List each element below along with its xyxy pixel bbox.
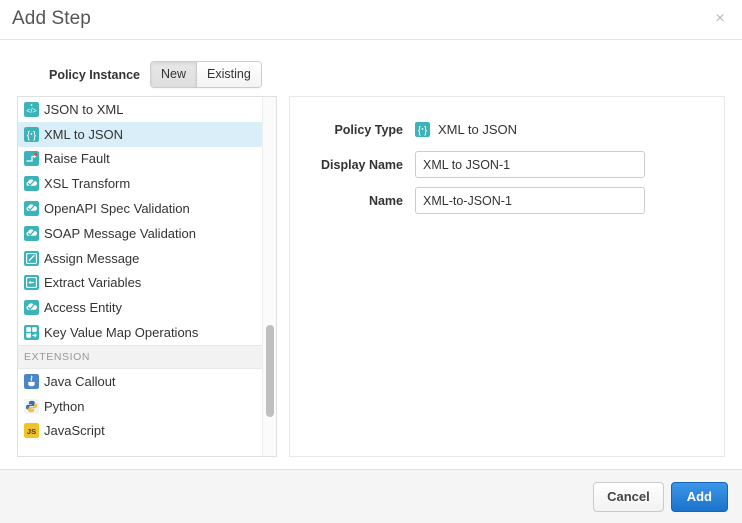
xsl-transform-icon: [24, 176, 39, 191]
policy-instance-row: Policy Instance New Existing: [0, 61, 262, 88]
policy-list-item[interactable]: </> JSON to XML: [18, 97, 276, 122]
policy-list-item-label: OpenAPI Spec Validation: [44, 201, 190, 216]
access-entity-icon: [24, 300, 39, 315]
svg-text:{ }: { }: [27, 130, 37, 141]
policy-list-item-label: JSON to XML: [44, 102, 123, 117]
footer-actions: Cancel Add: [593, 482, 728, 512]
display-name-row: Display Name: [290, 151, 724, 178]
policy-list-item-label: Python: [44, 399, 84, 414]
add-step-dialog: Add Step × Policy Instance New Existing …: [0, 0, 742, 523]
policy-instance-option-existing[interactable]: Existing: [196, 62, 261, 87]
name-label: Name: [290, 194, 415, 208]
policy-list-item[interactable]: XSL Transform: [18, 171, 276, 196]
policy-list-item-label: Java Callout: [44, 374, 116, 389]
svg-text:JS: JS: [27, 427, 36, 436]
policy-type-value: { } XML to JSON: [415, 122, 517, 137]
policy-list-item-label: XML to JSON: [44, 127, 123, 142]
policy-list-scrollbar-thumb[interactable]: [266, 325, 274, 417]
policy-list-item-label: Access Entity: [44, 300, 122, 315]
dialog-panels: </> JSON to XML { } XML to JSON Raise Fault X…: [17, 96, 725, 457]
dialog-title: Add Step: [12, 8, 91, 30]
policy-list-item-label: XSL Transform: [44, 176, 130, 191]
cancel-button[interactable]: Cancel: [593, 482, 664, 512]
policy-list-item[interactable]: Key Value Map Operations: [18, 320, 276, 345]
policy-list-item-label: Assign Message: [44, 251, 139, 266]
policy-list[interactable]: </> JSON to XML { } XML to JSON Raise Fault X…: [18, 97, 276, 456]
policy-list-item[interactable]: SOAP Message Validation: [18, 221, 276, 246]
name-input[interactable]: [415, 187, 645, 214]
add-button[interactable]: Add: [671, 482, 728, 512]
policy-list-item-label: Raise Fault: [44, 151, 110, 166]
policy-list-item[interactable]: JS JavaScript: [18, 419, 276, 444]
raise-fault-icon: [24, 151, 39, 166]
policy-list-item[interactable]: Extract Variables: [18, 271, 276, 296]
javascript-icon: JS: [24, 423, 39, 438]
python-icon: [24, 399, 39, 414]
dialog-body: Policy Instance New Existing </> JSON to …: [0, 40, 742, 469]
svg-text:</>: </>: [26, 106, 37, 115]
policy-type-name: XML to JSON: [438, 122, 517, 137]
policy-list-item-label: SOAP Message Validation: [44, 226, 196, 241]
policy-instance-toggle-group: New Existing: [150, 61, 262, 88]
xml-to-json-icon: { }: [415, 122, 430, 137]
policy-list-group-header-extension: EXTENSION: [18, 345, 276, 369]
policy-list-item[interactable]: Raise Fault: [18, 147, 276, 172]
xml-to-json-icon: { }: [24, 127, 39, 142]
policy-list-item-label: Extract Variables: [44, 275, 141, 290]
display-name-label: Display Name: [290, 158, 415, 172]
json-to-xml-icon: </>: [24, 102, 39, 117]
soap-message-validation-icon: [24, 226, 39, 241]
policy-type-label: Policy Type: [290, 123, 415, 137]
name-row: Name: [290, 187, 724, 214]
svg-text:{ }: { }: [418, 126, 428, 137]
close-icon[interactable]: ×: [710, 9, 730, 29]
policy-list-item[interactable]: { } XML to JSON: [18, 122, 276, 147]
policy-list-item[interactable]: OpenAPI Spec Validation: [18, 196, 276, 221]
openapi-spec-validation-icon: [24, 201, 39, 216]
policy-instance-option-new[interactable]: New: [151, 62, 196, 87]
policy-list-scrollbar-track[interactable]: [262, 97, 276, 456]
policy-list-item[interactable]: Access Entity: [18, 295, 276, 320]
policy-type-row: Policy Type { } XML to JSON: [290, 122, 724, 137]
policy-list-item[interactable]: Assign Message: [18, 246, 276, 271]
policy-list-item[interactable]: Java Callout: [18, 369, 276, 394]
dialog-footer: Cancel Add: [0, 469, 742, 523]
policy-detail-panel: Policy Type { } XML to JSON Display Name…: [289, 96, 725, 457]
policy-list-item-label: Key Value Map Operations: [44, 325, 198, 340]
extract-variables-icon: [24, 275, 39, 290]
display-name-input[interactable]: [415, 151, 645, 178]
java-callout-icon: [24, 374, 39, 389]
key-value-map-operations-icon: [24, 325, 39, 340]
policy-list-item[interactable]: Python: [18, 394, 276, 419]
dialog-header: Add Step ×: [0, 0, 742, 40]
policy-instance-label: Policy Instance: [0, 68, 150, 82]
policy-list-panel: </> JSON to XML { } XML to JSON Raise Fault X…: [17, 96, 277, 457]
assign-message-icon: [24, 251, 39, 266]
policy-list-item-label: JavaScript: [44, 423, 105, 438]
